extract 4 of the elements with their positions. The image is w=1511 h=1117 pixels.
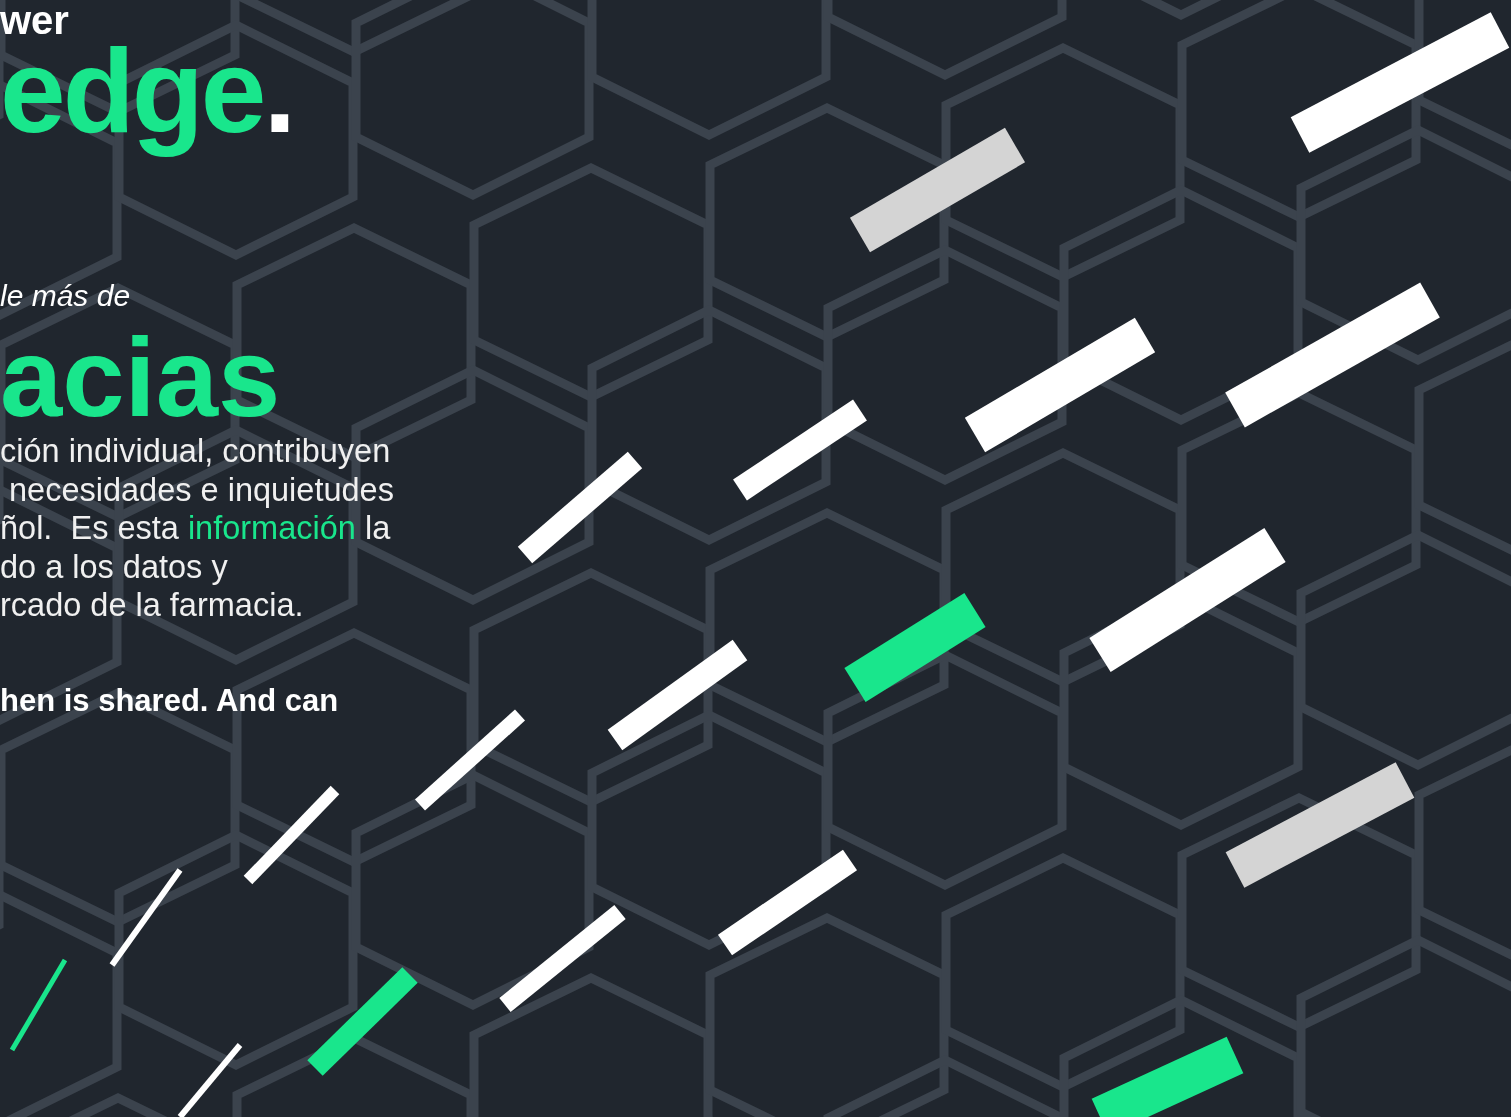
intro-text: le más de: [0, 278, 131, 314]
information-link[interactable]: información: [187, 510, 356, 546]
headline-dot: .: [263, 26, 297, 156]
tagline: hen is shared. And can: [0, 681, 339, 720]
